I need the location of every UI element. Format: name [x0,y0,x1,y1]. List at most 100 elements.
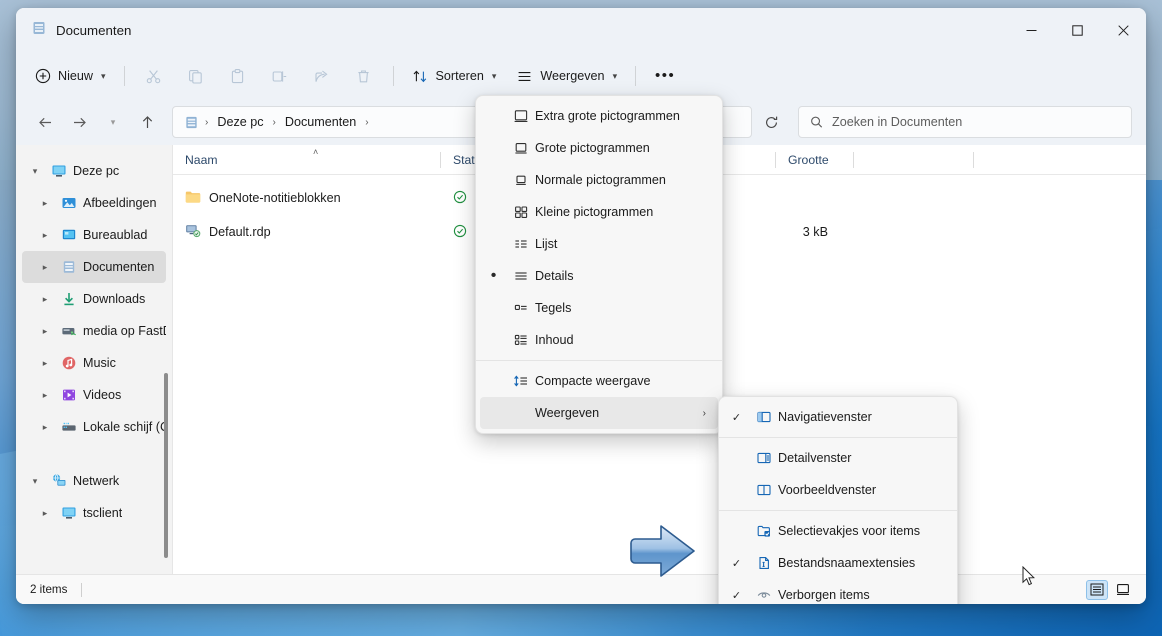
menu-item-bestandsnaamextensies[interactable]: ✓ Bestandsnaamextensies [723,547,953,579]
menu-item-label: Verborgen items [778,588,870,602]
menu-item-inhoud[interactable]: Inhoud [480,324,718,356]
desktop-icon [60,227,77,244]
cloud-ok-icon [453,224,467,241]
chevron-right-icon[interactable]: ▸ [36,358,54,369]
recent-locations-button[interactable]: ▾ [98,107,128,137]
forward-button[interactable] [64,107,94,137]
sidebar-item-media-op-fastd[interactable]: ▸ media op FastD [22,315,166,347]
large-icons-view-toggle[interactable] [1112,580,1134,600]
menu-item-tegels[interactable]: Tegels [480,292,718,324]
preview-pane-icon [750,482,778,498]
sidebar-item-tsclient[interactable]: ▸ tsclient [22,497,166,529]
chevron-down-icon: ▾ [491,70,497,81]
sidebar-item-music[interactable]: ▸ Music [22,347,166,379]
sidebar-item-bureaublad[interactable]: ▸ Bureaublad [22,219,166,251]
chevron-right-icon[interactable]: ▸ [36,294,54,305]
share-button[interactable] [302,60,342,92]
pc-icon [60,505,77,522]
menu-item-lijst[interactable]: Lijst [480,228,718,260]
maximize-button[interactable] [1054,8,1100,53]
chevron-right-icon[interactable]: ▸ [36,508,54,519]
delete-icon [358,69,369,82]
breadcrumb-item-documenten[interactable]: Documenten [279,113,362,131]
large-icons-view-icon [1117,584,1129,595]
pc-icon [50,163,67,180]
sidebar-item-netwerk[interactable]: ▾ Netwerk [22,465,166,497]
column-header-extra[interactable] [854,145,974,175]
chevron-right-icon: › [702,407,706,419]
menu-item-detailvenster[interactable]: Detailvenster [723,442,953,474]
sidebar-item-lokale-schijf[interactable]: ▸ Lokale schijf (C [22,411,166,443]
sidebar-label: Deze pc [73,164,120,178]
chevron-right-icon[interactable]: ▸ [36,390,54,401]
menu-item-kleine-pictogrammen[interactable]: Kleine pictogrammen [480,196,718,228]
copy-icon [189,69,202,84]
column-header-grootte[interactable]: Grootte [776,145,854,175]
menu-item-verborgen-items[interactable]: ✓ Verborgen items [723,579,953,604]
view-button[interactable]: Weergeven ▾ [507,60,626,92]
chevron-right-icon[interactable]: ▸ [36,422,54,433]
sidebar-item-deze-pc[interactable]: ▾ Deze pc [22,155,166,187]
menu-item-voorbeeldvenster[interactable]: Voorbeeldvenster [723,474,953,506]
row-size-label: 3 kB [802,225,828,239]
chevron-down-icon[interactable]: ▾ [26,476,44,487]
view-toggle-group [1086,579,1134,600]
column-label: Grootte [788,152,829,167]
menu-item-extra-grote-pictogrammen[interactable]: Extra grote pictogrammen [480,100,718,132]
sidebar-item-videos[interactable]: ▸ Videos [22,379,166,411]
menu-item-details[interactable]: • Details [480,260,718,292]
rename-button[interactable] [260,60,300,92]
menu-item-label: Kleine pictogrammen [535,205,654,219]
view-button-label: Weergeven [540,69,605,83]
list-view-icon [507,236,535,252]
sidebar-label: Bureaublad [83,228,148,242]
search-icon [811,116,823,128]
chevron-right-icon[interactable]: ▸ [36,198,54,209]
sidebar-label: Videos [83,388,122,402]
sidebar-item-documenten[interactable]: ▸ Documenten [22,251,166,283]
menu-item-normale-pictogrammen[interactable]: Normale pictogrammen [480,164,718,196]
checkmark-icon: ✓ [731,557,742,570]
more-options-button[interactable]: ••• [645,60,685,92]
close-button[interactable] [1100,8,1146,53]
row-size-cell: 3 kB [776,225,854,239]
chevron-down-icon: ▾ [612,70,618,81]
column-header-naam[interactable]: Naam ˄ [173,145,441,175]
refresh-button[interactable] [756,106,786,138]
chevron-down-icon[interactable]: ▾ [26,166,44,177]
up-button[interactable] [132,107,162,137]
pictures-icon [60,195,77,212]
chevron-right-icon[interactable]: ▸ [36,262,54,273]
search-input[interactable] [832,115,1120,129]
details-view-toggle[interactable] [1086,579,1108,600]
paste-button[interactable] [218,60,258,92]
minimize-button[interactable] [1008,8,1054,53]
sort-button[interactable]: Sorteren ▾ [403,60,506,92]
downloads-icon [60,291,77,308]
sidebar-item-afbeeldingen[interactable]: ▸ Afbeeldingen [22,187,166,219]
chevron-right-icon[interactable]: ▸ [36,326,54,337]
chevron-right-icon[interactable]: ▸ [36,230,54,241]
delete-button[interactable] [344,60,384,92]
search-box[interactable] [798,106,1132,138]
menu-item-navigatievenster[interactable]: ✓ Navigatievenster [723,401,953,433]
back-button[interactable] [30,107,60,137]
menu-item-selectievakjes-voor-items[interactable]: Selectievakjes voor items [723,515,953,547]
documents-folder-icon [31,20,47,41]
arrow-left-icon [38,117,51,127]
cut-button[interactable] [134,60,174,92]
arrow-right-icon [73,117,86,127]
copy-button[interactable] [176,60,216,92]
checkmark-icon: ✓ [731,589,742,602]
menu-item-grote-pictogrammen[interactable]: Grote pictogrammen [480,132,718,164]
sidebar-scrollbar[interactable] [164,373,168,558]
sidebar-item-downloads[interactable]: ▸ Downloads [22,283,166,315]
menu-item-label: Normale pictogrammen [535,173,666,187]
breadcrumb-item-deze-pc[interactable]: Deze pc [211,113,269,131]
breadcrumb-separator: › [365,116,369,128]
new-button[interactable]: Nieuw ▾ [26,60,115,92]
menu-item-compacte-weergave[interactable]: Compacte weergave [480,365,718,397]
menu-item-weergeven-submenu[interactable]: Weergeven › [480,397,718,429]
refresh-icon [765,116,777,128]
